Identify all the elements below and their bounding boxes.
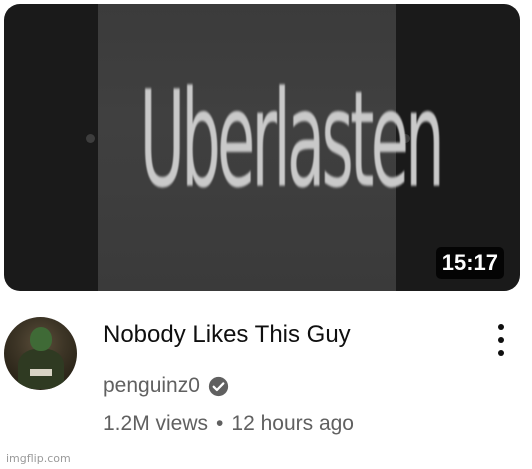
more-vert-icon[interactable] — [494, 324, 508, 358]
channel-name[interactable]: penguinz0 — [103, 374, 200, 398]
meta-separator: • — [216, 412, 224, 435]
avatar-shirt-label — [30, 369, 52, 376]
channel-avatar[interactable] — [4, 317, 77, 390]
verified-check-icon — [208, 376, 229, 396]
video-thumbnail[interactable]: Uberlasten 15:17 — [4, 4, 520, 291]
video-metadata: 1.2M views • 12 hours ago — [103, 412, 354, 436]
duration-badge: 15:17 — [435, 247, 504, 279]
view-count: 1.2M views — [103, 412, 209, 435]
channel-row: penguinz0 — [103, 374, 229, 398]
video-title[interactable]: Nobody Likes This Guy — [103, 321, 351, 349]
thumbnail-text: Uberlasten — [139, 63, 445, 219]
upload-age: 12 hours ago — [231, 412, 354, 435]
watermark: imgflip.com — [6, 452, 71, 465]
thumbnail-dot-left — [86, 134, 95, 143]
avatar-figure-head — [30, 327, 52, 351]
